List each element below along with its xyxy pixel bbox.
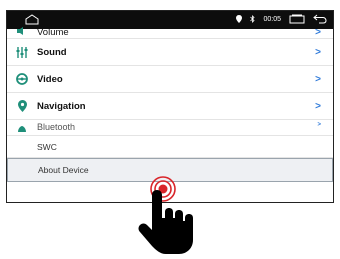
- bluetooth-status-icon: [250, 15, 256, 25]
- bluetooth-icon: [15, 122, 29, 135]
- location-icon: [236, 15, 243, 25]
- settings-item-video[interactable]: Video >: [7, 66, 333, 93]
- steering-wheel-icon: [15, 72, 29, 86]
- chevron-right-icon: >: [315, 100, 321, 112]
- settings-item-label: Sound: [37, 46, 67, 58]
- settings-item-volume[interactable]: Volume >: [7, 27, 333, 39]
- settings-item-label: About Device: [38, 165, 89, 175]
- settings-item-swc[interactable]: SWC: [7, 136, 333, 158]
- car-settings-screen: 00:05 Volume > Sound > Video > Navigatio…: [6, 10, 334, 203]
- settings-item-sound[interactable]: Sound >: [7, 39, 333, 66]
- recent-apps-icon[interactable]: [289, 14, 305, 26]
- settings-item-label: Navigation: [37, 100, 86, 112]
- settings-list: Volume > Sound > Video > Navigation > Bl…: [7, 27, 333, 182]
- chevron-right-icon: >: [315, 27, 321, 38]
- equalizer-icon: [15, 45, 29, 59]
- settings-item-label: SWC: [37, 141, 57, 152]
- clock: 00:05: [263, 16, 281, 23]
- chevron-right-icon: >: [315, 46, 321, 58]
- settings-item-label: Volume: [37, 27, 69, 38]
- chevron-right-icon: >: [317, 122, 321, 128]
- settings-item-navigation[interactable]: Navigation >: [7, 93, 333, 120]
- settings-item-label: Video: [37, 73, 63, 85]
- pointing-hand-icon: [138, 190, 204, 254]
- speaker-icon: [15, 24, 29, 38]
- settings-item-label: Bluetooth: [37, 122, 76, 132]
- chevron-right-icon: >: [315, 73, 321, 85]
- settings-item-bluetooth[interactable]: Bluetooth >: [7, 120, 333, 136]
- location-pin-icon: [15, 99, 29, 113]
- back-icon[interactable]: [313, 14, 327, 26]
